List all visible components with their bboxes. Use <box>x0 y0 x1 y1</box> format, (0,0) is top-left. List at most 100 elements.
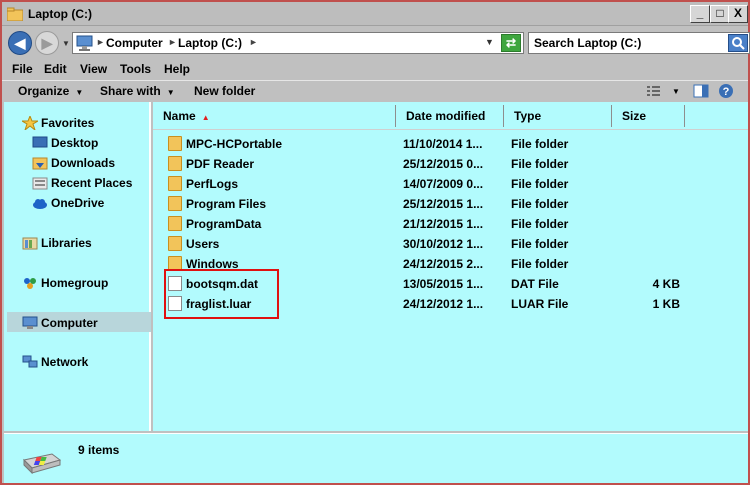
nav-downloads[interactable]: Downloads <box>32 156 115 170</box>
help-icon[interactable]: ? <box>718 83 734 99</box>
file-row[interactable]: Users 30/10/2012 1... File folder <box>153 234 713 254</box>
back-button[interactable]: ◀ <box>8 31 32 55</box>
libraries-icon <box>22 237 38 250</box>
history-dropdown-icon[interactable]: ▼ <box>62 39 70 48</box>
nav-onedrive-label: OneDrive <box>51 196 105 210</box>
forward-button[interactable]: ▶ <box>35 31 59 55</box>
menu-view[interactable]: View <box>80 62 107 76</box>
nav-favorites-label: Favorites <box>41 116 95 130</box>
file-type: File folder <box>511 217 569 231</box>
file-type: File folder <box>511 257 569 271</box>
organize-button[interactable]: Organize ▼ <box>18 84 83 98</box>
file-type: File folder <box>511 197 569 211</box>
file-date-modified: 24/12/2015 2... <box>403 257 484 271</box>
file-date-modified: 25/12/2015 0... <box>403 157 484 171</box>
preview-pane-icon[interactable] <box>693 84 709 98</box>
nav-computer-label: Computer <box>41 316 98 330</box>
file-type: File folder <box>511 237 569 251</box>
file-name: ProgramData <box>186 217 262 231</box>
breadcrumb-computer[interactable]: Computer <box>106 36 163 50</box>
breadcrumb-separator-icon[interactable]: ► <box>96 37 105 47</box>
file-name: Program Files <box>186 197 267 211</box>
menu-help[interactable]: Help <box>164 62 190 76</box>
nav-network[interactable]: Network <box>22 355 88 369</box>
nav-network-label: Network <box>41 355 89 369</box>
menu-file[interactable]: File <box>12 62 33 76</box>
chevron-down-icon: ▼ <box>166 88 175 97</box>
file-row[interactable]: PDF Reader 25/12/2015 0... File folder <box>153 154 713 174</box>
address-dropdown-icon[interactable]: ▼ <box>485 37 494 47</box>
column-header-name[interactable]: Name ▲ <box>153 105 396 127</box>
nav-desktop[interactable]: Desktop <box>32 136 98 150</box>
file-date-modified: 24/12/2012 1... <box>403 297 484 311</box>
file-name: MPC-HCPortable <box>186 137 283 151</box>
column-header-type[interactable]: Type <box>504 105 612 127</box>
search-box[interactable]: Search Laptop (C:) <box>528 32 750 54</box>
chevron-down-icon: ▼ <box>75 88 84 97</box>
address-row: ◀ ▶ ▼ ► Computer ► Laptop (C:) ► ▼ ⇄ Sea… <box>2 26 750 60</box>
downloads-folder-icon <box>32 157 48 170</box>
address-bar[interactable]: ► Computer ► Laptop (C:) ► ▼ ⇄ <box>72 32 524 54</box>
computer-icon <box>22 316 38 329</box>
nav-homegroup-label: Homegroup <box>41 276 109 290</box>
command-bar: Organize ▼ Share with ▼ New folder ▼ ? <box>2 80 748 102</box>
share-with-button[interactable]: Share with ▼ <box>100 84 175 98</box>
nav-downloads-label: Downloads <box>51 156 116 170</box>
back-arrow-icon: ◀ <box>14 34 26 51</box>
file-date-modified: 14/07/2009 0... <box>403 177 484 191</box>
file-date-modified: 21/12/2015 1... <box>403 217 484 231</box>
file-row[interactable]: MPC-HCPortable 11/10/2014 1... File folder <box>153 134 713 154</box>
nav-favorites[interactable]: Favorites <box>22 116 94 130</box>
file-type: DAT File <box>511 277 559 291</box>
file-date-modified: 25/12/2015 1... <box>403 197 484 211</box>
minimize-button[interactable]: _ <box>690 5 710 23</box>
file-type: File folder <box>511 177 569 191</box>
explorer-window: Laptop (C:) _ □ X ◀ ▶ ▼ ► Computer ► Lap… <box>0 0 750 485</box>
nav-libraries[interactable]: Libraries <box>22 236 92 250</box>
header-divider <box>153 129 748 130</box>
file-list-pane: Name ▲ Date modified Type Size MPC-HCPort… <box>153 102 748 431</box>
new-folder-button[interactable]: New folder <box>194 84 255 98</box>
file-date-modified: 11/10/2014 1... <box>403 137 483 151</box>
file-row[interactable]: PerfLogs 14/07/2009 0... File folder <box>153 174 713 194</box>
nav-libraries-label: Libraries <box>41 236 92 250</box>
menu-edit[interactable]: Edit <box>44 62 67 76</box>
search-button[interactable] <box>728 34 748 52</box>
breadcrumb-laptop[interactable]: Laptop (C:) <box>178 36 242 50</box>
nav-onedrive[interactable]: OneDrive <box>32 196 104 210</box>
nav-recent-places[interactable]: Recent Places <box>32 176 132 190</box>
nav-computer[interactable]: Computer <box>22 316 98 330</box>
search-icon <box>732 37 745 50</box>
close-button[interactable]: X <box>728 5 748 23</box>
column-header-size[interactable]: Size <box>612 105 685 127</box>
sort-ascending-icon: ▲ <box>201 113 210 122</box>
file-name: PerfLogs <box>186 177 239 191</box>
title-bar[interactable]: Laptop (C:) _ □ X <box>2 2 748 26</box>
file-name: Users <box>186 237 220 251</box>
breadcrumb-separator-icon[interactable]: ► <box>168 37 177 47</box>
search-input[interactable]: Search Laptop (C:) <box>534 36 641 50</box>
folder-icon <box>168 176 182 191</box>
network-icon <box>22 355 38 368</box>
view-options-icon[interactable] <box>646 84 662 98</box>
file-date-modified: 30/10/2012 1... <box>403 237 484 251</box>
file-date-modified: 13/05/2015 1... <box>403 277 484 291</box>
file-size: 4 KB <box>652 277 680 291</box>
folder-icon <box>168 136 182 151</box>
file-row[interactable]: Program Files 25/12/2015 1... File folder <box>153 194 713 214</box>
column-header-date[interactable]: Date modified <box>396 105 504 127</box>
view-dropdown-icon[interactable]: ▼ <box>672 87 680 96</box>
item-count: 9 items <box>78 443 120 457</box>
nav-homegroup[interactable]: Homegroup <box>22 276 108 290</box>
column-name-label: Name <box>163 109 196 123</box>
refresh-button[interactable]: ⇄ <box>501 34 521 52</box>
file-row[interactable]: ProgramData 21/12/2015 1... File folder <box>153 214 713 234</box>
organize-label: Organize <box>18 84 70 98</box>
share-with-label: Share with <box>100 84 161 98</box>
folder-icon <box>168 236 182 251</box>
maximize-button[interactable]: □ <box>710 5 730 23</box>
breadcrumb-separator-icon[interactable]: ► <box>249 37 258 47</box>
forward-arrow-icon: ▶ <box>41 34 53 51</box>
status-bar: 9 items <box>4 433 748 483</box>
menu-tools[interactable]: Tools <box>120 62 151 76</box>
